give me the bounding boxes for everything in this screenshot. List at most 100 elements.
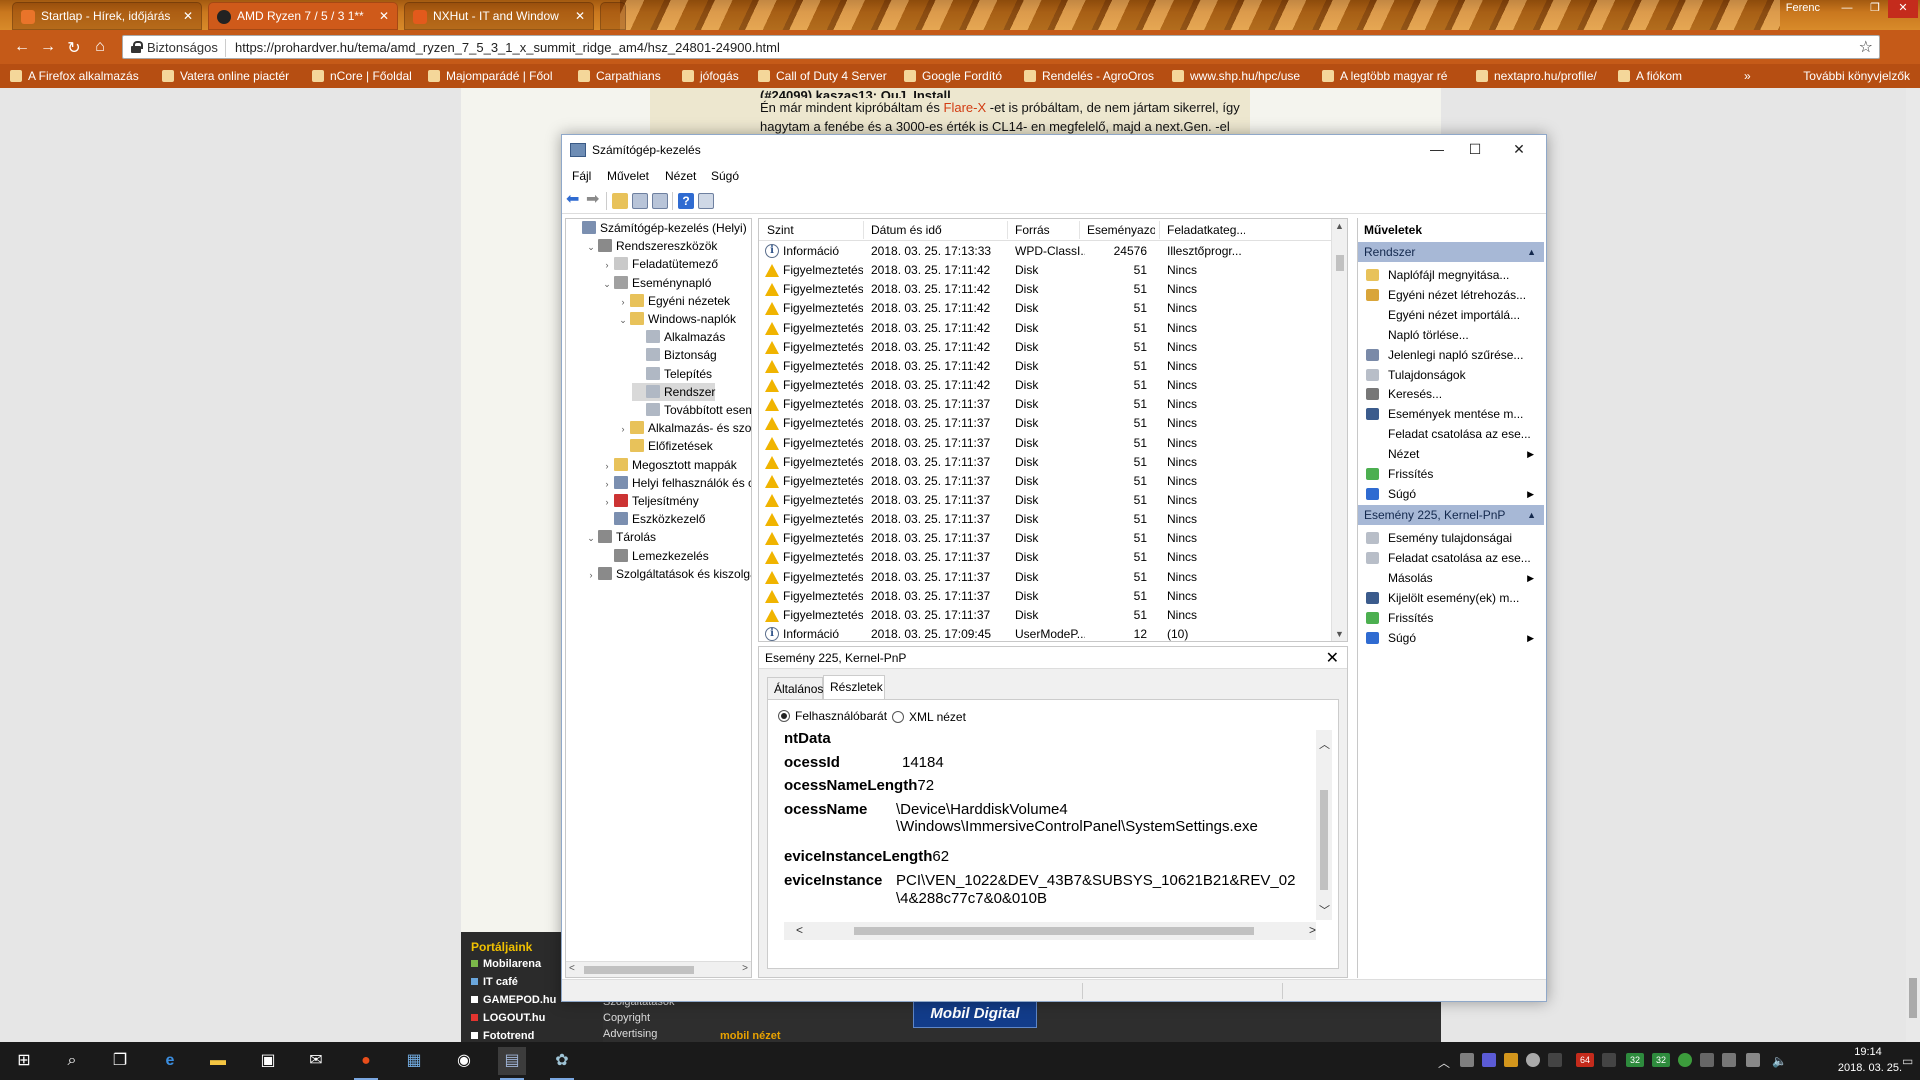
clock-time[interactable]: 19:14: [1838, 1046, 1898, 1058]
tree-node[interactable]: › Helyi felhasználók és cs: [600, 474, 751, 493]
chevron-down-icon[interactable]: ﹀: [1319, 902, 1330, 918]
event-row[interactable]: Figyelmeztetés 2018. 03. 25. 17:11:42 Disk…: [759, 261, 1333, 280]
menu-view[interactable]: Nézet: [665, 169, 696, 183]
friendly-view-radio[interactable]: Felhasználóbarát: [778, 709, 887, 723]
volume-icon[interactable]: 🔈: [1772, 1054, 1787, 1068]
column-header-event-id[interactable]: Eseményazo...: [1087, 223, 1155, 237]
chevron-down-icon[interactable]: ⌄: [600, 275, 614, 293]
tree-node[interactable]: Előfizetések: [616, 437, 713, 455]
action-item[interactable]: Feladat csatolása az ese...: [1358, 548, 1544, 568]
scroll-up-icon[interactable]: ▲: [1335, 221, 1344, 231]
chevron-down-icon[interactable]: ⌄: [584, 529, 598, 547]
other-bookmarks[interactable]: További könyvjelzők: [1803, 69, 1910, 83]
event-row[interactable]: Figyelmeztetés 2018. 03. 25. 17:11:42 Disk…: [759, 357, 1333, 376]
portal-link-fototrend[interactable]: Fototrend: [471, 1030, 534, 1042]
bookmark-item[interactable]: jófogás: [682, 69, 739, 83]
tray-badge-icon[interactable]: 32: [1652, 1053, 1670, 1067]
search-icon[interactable]: ⌕: [58, 1047, 86, 1075]
network-icon[interactable]: [1746, 1053, 1760, 1067]
tree-node[interactable]: ⌄ Rendszereszközök: [584, 237, 717, 255]
action-item[interactable]: Keresés...: [1358, 384, 1544, 404]
bookmark-item[interactable]: www.shp.hu/hpc/use: [1172, 69, 1300, 83]
tree-node[interactable]: › Teljesítmény: [600, 492, 699, 510]
event-row[interactable]: Figyelmeztetés 2018. 03. 25. 17:11:37 Disk…: [759, 414, 1333, 433]
tab-general[interactable]: Általános: [767, 677, 823, 699]
event-row[interactable]: Figyelmeztetés 2018. 03. 25. 17:11:37 Disk…: [759, 491, 1333, 510]
event-row[interactable]: Figyelmeztetés 2018. 03. 25. 17:11:37 Disk…: [759, 395, 1333, 414]
event-row[interactable]: Figyelmeztetés 2018. 03. 25. 17:11:37 Disk…: [759, 472, 1333, 491]
tree-node[interactable]: ⌄ Tárolás: [584, 528, 656, 546]
column-header-level[interactable]: Szint: [767, 223, 794, 237]
reload-icon[interactable]: ↻: [64, 38, 84, 58]
xml-view-radio[interactable]: XML nézet: [892, 710, 966, 724]
chevron-right-icon[interactable]: ›: [600, 493, 614, 511]
minimize-button[interactable]: —: [1422, 139, 1452, 161]
event-row[interactable]: Figyelmeztetés 2018. 03. 25. 17:11:37 Disk…: [759, 453, 1333, 472]
portal-link-logout[interactable]: LOGOUT.hu: [471, 1012, 545, 1024]
close-tab-icon[interactable]: ✕: [379, 3, 389, 29]
column-header-date[interactable]: Dátum és idő: [871, 223, 942, 237]
actions-group-event[interactable]: Esemény 225, Kernel-PnP ▲: [1358, 505, 1544, 525]
tray-app-icon[interactable]: [1548, 1053, 1562, 1067]
mobile-view-link[interactable]: mobil nézet: [720, 1030, 781, 1042]
tree-node[interactable]: Alkalmazás: [632, 328, 725, 346]
close-tab-icon[interactable]: ✕: [183, 3, 193, 29]
action-item[interactable]: Tulajdonságok: [1358, 365, 1544, 385]
column-separator[interactable]: [1079, 221, 1080, 239]
bookmark-item[interactable]: Vatera online piactér: [162, 69, 289, 83]
app-taskbar-icon[interactable]: ✿: [548, 1047, 576, 1080]
page-scrollbar[interactable]: [1906, 88, 1920, 1042]
edge-icon[interactable]: e: [156, 1047, 184, 1075]
action-item[interactable]: Egyéni nézet létrehozás...: [1358, 285, 1544, 305]
show-hide-tree-icon[interactable]: [632, 193, 648, 209]
bookmark-item[interactable]: Carpathians: [578, 69, 661, 83]
bookmark-item[interactable]: A Firefox alkalmazás: [10, 69, 139, 83]
event-row[interactable]: Figyelmeztetés 2018. 03. 25. 17:11:37 Disk…: [759, 587, 1333, 606]
event-row[interactable]: Figyelmeztetés 2018. 03. 25. 17:11:42 Disk…: [759, 299, 1333, 318]
tree-node[interactable]: › Megosztott mappák: [600, 456, 737, 474]
bookmark-star-icon[interactable]: ☆: [1859, 37, 1873, 57]
chevron-right-icon[interactable]: >: [1309, 923, 1316, 937]
column-header-task-category[interactable]: Feladatkateg...: [1167, 223, 1245, 237]
action-item[interactable]: Egyéni nézet importálá...: [1358, 305, 1544, 325]
tree-node[interactable]: Telepítés: [632, 365, 712, 383]
scroll-thumb[interactable]: [1909, 978, 1917, 1018]
tray-badge-icon[interactable]: 32: [1626, 1053, 1644, 1067]
event-row[interactable]: Figyelmeztetés 2018. 03. 25. 17:11:42 Disk…: [759, 338, 1333, 357]
action-item[interactable]: Súgó ▶: [1358, 484, 1544, 504]
properties-icon[interactable]: [652, 193, 668, 209]
close-tab-icon[interactable]: ✕: [575, 3, 585, 29]
footer-link-advertising[interactable]: Advertising: [603, 1028, 657, 1040]
column-separator[interactable]: [863, 221, 864, 239]
scroll-left-icon[interactable]: <: [569, 963, 575, 974]
event-row[interactable]: Figyelmeztetés 2018. 03. 25. 17:11:42 Disk…: [759, 376, 1333, 395]
clock-date[interactable]: 2018. 03. 25.: [1830, 1062, 1910, 1074]
chevron-right-icon[interactable]: ›: [600, 256, 614, 274]
tray-app-icon[interactable]: [1678, 1053, 1692, 1067]
tray-badge-icon[interactable]: 64: [1576, 1053, 1594, 1067]
forward-icon[interactable]: ➡: [586, 192, 602, 209]
back-arrow-icon[interactable]: ←: [12, 38, 32, 56]
chevron-right-icon[interactable]: ›: [600, 475, 614, 493]
chevron-right-icon[interactable]: ›: [616, 420, 630, 438]
tab-details[interactable]: Részletek: [823, 675, 885, 699]
bookmark-item[interactable]: Google Fordító: [904, 69, 1002, 83]
scroll-thumb[interactable]: [854, 927, 1254, 935]
tree-node[interactable]: Továbbított esem: [632, 401, 751, 419]
battery-icon[interactable]: [1722, 1053, 1736, 1067]
menu-help[interactable]: Súgó: [711, 169, 739, 183]
action-item[interactable]: Nézet ▶: [1358, 444, 1544, 464]
scroll-down-icon[interactable]: ▼: [1335, 629, 1344, 639]
tree-node[interactable]: ⌄ Windows-naplók: [616, 310, 736, 328]
window-title-bar[interactable]: Számítógép-kezelés — ☐ ✕: [562, 135, 1546, 165]
bookmark-item[interactable]: Rendelés - AgroOros: [1024, 69, 1154, 83]
scroll-thumb[interactable]: [584, 966, 694, 974]
maximize-browser-button[interactable]: ❐: [1862, 0, 1888, 18]
tab-nxhut[interactable]: NXHut - IT and Window ✕: [404, 2, 594, 30]
action-item[interactable]: Súgó ▶: [1358, 628, 1544, 648]
mail-icon[interactable]: ✉: [302, 1047, 330, 1075]
tree-node[interactable]: ⌄ Eseménynapló: [600, 274, 711, 292]
column-separator[interactable]: [1007, 221, 1008, 239]
usb-icon[interactable]: [1700, 1053, 1714, 1067]
chevron-right-icon[interactable]: ›: [600, 457, 614, 475]
